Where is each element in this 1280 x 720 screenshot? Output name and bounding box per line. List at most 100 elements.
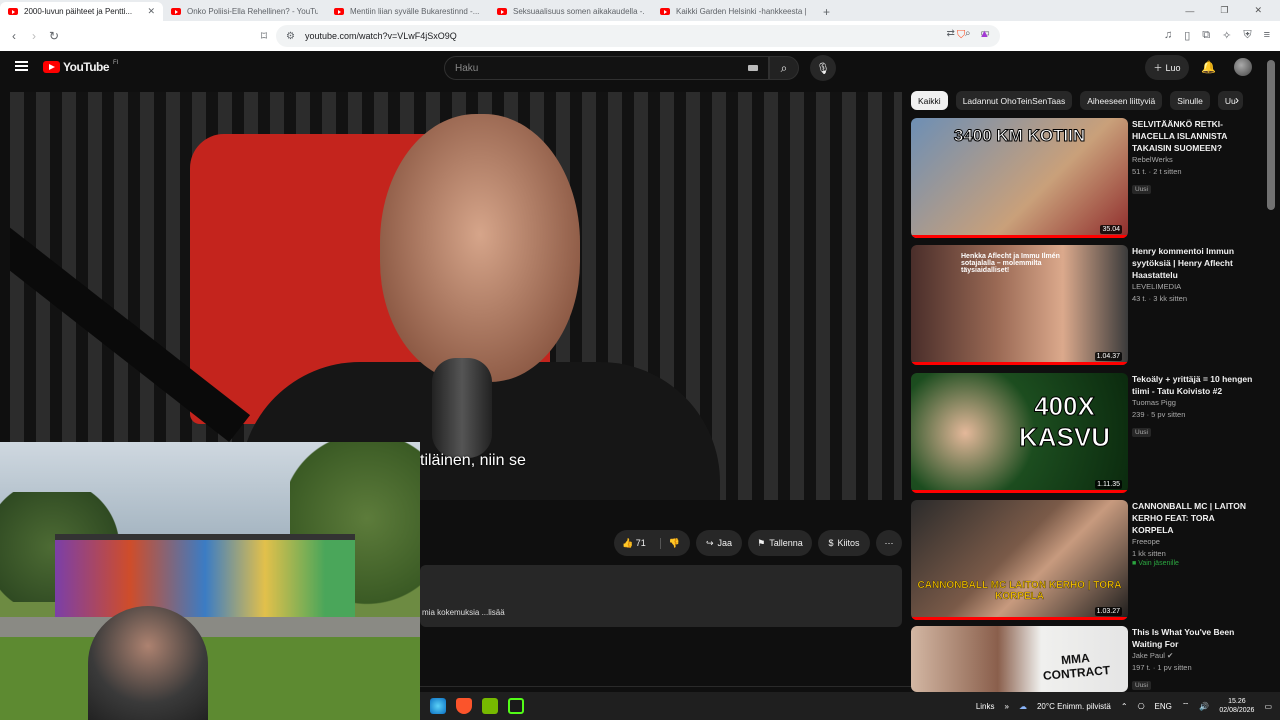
- browser-tab[interactable]: Kaikki Garden Helsinki -hankkeesta |...: [652, 2, 815, 21]
- scrollbar-thumb[interactable]: [1267, 60, 1275, 210]
- channel-name[interactable]: Tuomas Pigg: [1132, 397, 1256, 409]
- video-thumbnail[interactable]: Henkka Aflecht ja Immu Ilmén sotajalalla…: [911, 245, 1128, 365]
- recommendation-item[interactable]: Henkka Aflecht ja Immu Ilmén sotajalalla…: [911, 245, 1256, 365]
- extensions-icon[interactable]: ⧉: [1202, 29, 1210, 42]
- reload-icon[interactable]: ↻: [44, 29, 64, 43]
- like-button[interactable]: 👍 71: [622, 538, 646, 549]
- network-icon[interactable]: ⎔: [1138, 702, 1145, 711]
- chip-uploader[interactable]: Ladannut OhoTeinSenTaas: [955, 91, 1073, 110]
- video-subtitle: tiläinen, niin se: [420, 452, 526, 469]
- back-icon[interactable]: ‹: [4, 29, 24, 43]
- clock[interactable]: 15.26 02/08/2026: [1219, 697, 1254, 715]
- thumbs-down-icon: 👎: [668, 537, 680, 548]
- hamburger-menu-icon[interactable]: [15, 61, 28, 71]
- chip-for-you[interactable]: Sinulle: [1170, 91, 1210, 110]
- video-title[interactable]: CANNONBALL MC | LAITON KERHO FEAT: TORA …: [1132, 500, 1256, 536]
- sidebar-icon[interactable]: ▯: [1184, 29, 1190, 42]
- wifi-icon[interactable]: ⌔: [1182, 701, 1190, 711]
- maximize-icon[interactable]: ❐: [1220, 5, 1228, 16]
- notifications-icon[interactable]: ▭: [1264, 702, 1272, 711]
- youtube-play-icon: [43, 61, 60, 73]
- nvidia-icon[interactable]: [482, 698, 498, 714]
- browser-tab[interactable]: Mentiin liian syvälle Bukarestinnd -...: [326, 2, 489, 21]
- address-bar[interactable]: ⚙ youtube.com/watch?v=VLwF4jSxO9Q ⇄ ⌕ ▭: [276, 25, 1000, 47]
- brave-rewards-icon[interactable]: ▲: [979, 28, 990, 40]
- keyboard-icon[interactable]: [748, 65, 758, 71]
- translate-icon[interactable]: ⇄: [947, 28, 955, 39]
- video-thumbnail[interactable]: MMA CONTRACT: [911, 626, 1128, 692]
- window-controls: — ❐ ✕: [1185, 0, 1280, 21]
- search-icon: ⌕: [780, 60, 788, 75]
- browser-tab-strip: 2000-luvun päihteet ja Pentti... ✕ Onko P…: [0, 0, 1280, 21]
- members-only-badge: ■ Vain jäsenille: [1132, 560, 1256, 567]
- dislike-button[interactable]: 👎: [659, 537, 680, 549]
- zoom-icon[interactable]: ⌕: [965, 28, 971, 39]
- video-thumbnail[interactable]: 400X KASVU 1.11.35: [911, 373, 1128, 493]
- video-title[interactable]: Henry kommentoi Immun syytöksiä | Henry …: [1132, 245, 1256, 281]
- clock-time: 15.26: [1228, 698, 1246, 705]
- create-label: Luo: [1165, 62, 1181, 73]
- edge-icon[interactable]: [430, 698, 446, 714]
- bookmark-icon[interactable]: ⌑: [254, 29, 274, 43]
- chip-related[interactable]: Aiheeseen liittyviä: [1080, 91, 1163, 110]
- close-window-icon[interactable]: ✕: [1254, 5, 1262, 16]
- video-meta: 51 t. · 2 t sitten: [1132, 167, 1182, 176]
- video-thumbnail[interactable]: 3400 KM KOTIIN 35.04: [911, 118, 1128, 238]
- recommendation-item[interactable]: 3400 KM KOTIIN 35.04 SELVITÄÄNKÖ RETKI-H…: [911, 118, 1256, 238]
- video-title[interactable]: This Is What You've Been Waiting For: [1132, 626, 1256, 650]
- youtube-header: YouTube FI Haku ⌕ 🎙 ＋ Luo 🔔: [0, 51, 1280, 84]
- weather-text[interactable]: 20°C Enimm. pilvistä: [1037, 702, 1111, 711]
- tray-chevron-icon[interactable]: ⌃: [1121, 702, 1128, 711]
- channel-name[interactable]: Jake Paul ✔: [1132, 650, 1256, 662]
- links-toolbar[interactable]: Links: [976, 702, 995, 711]
- site-info-icon[interactable]: ⚙: [286, 31, 295, 42]
- more-icon: ⋯: [884, 537, 894, 548]
- channel-name[interactable]: LEVELIMEDIA: [1132, 281, 1256, 293]
- leo-icon[interactable]: ✧: [1222, 29, 1231, 42]
- logo-text: YouTube: [63, 60, 110, 74]
- notifications-bell-icon[interactable]: 🔔: [1201, 60, 1216, 74]
- video-microphone: [432, 358, 492, 458]
- youtube-logo[interactable]: YouTube FI: [43, 60, 118, 74]
- language-indicator[interactable]: ENG: [1155, 702, 1172, 711]
- forward-icon[interactable]: ›: [24, 29, 44, 43]
- recommendation-item[interactable]: MMA CONTRACT This Is What You've Been Wa…: [911, 626, 1256, 692]
- new-tab-button[interactable]: +: [815, 2, 838, 21]
- browser-tab[interactable]: Seksuaalisuus somen aikakaudella -...: [489, 2, 652, 21]
- menu-icon[interactable]: ≡: [1264, 29, 1270, 42]
- volume-icon[interactable]: 🔊: [1199, 702, 1209, 711]
- more-actions-button[interactable]: ⋯: [876, 530, 902, 556]
- kick-icon[interactable]: [508, 698, 524, 714]
- avatar[interactable]: [1234, 58, 1252, 76]
- chevron-right-icon[interactable]: ›: [1235, 93, 1239, 107]
- create-button[interactable]: ＋ Luo: [1145, 55, 1189, 80]
- verified-icon: ✔: [1167, 651, 1174, 660]
- video-title[interactable]: Tekoäly + yrittäjä = 10 hengen tiimi - T…: [1132, 373, 1256, 397]
- media-icon[interactable]: ♫: [1164, 29, 1172, 42]
- minimize-icon[interactable]: —: [1185, 6, 1194, 16]
- brave-icon[interactable]: [456, 698, 472, 714]
- video-player[interactable]: tiläinen, niin se: [10, 92, 902, 500]
- video-title[interactable]: SELVITÄÄNKÖ RETKI-HIACELLA ISLANNISTA TA…: [1132, 118, 1256, 154]
- browser-tab[interactable]: Onko Poliisi-Ella Rehellinen? - YouTu...: [163, 2, 326, 21]
- vpn-icon[interactable]: ⛨: [1243, 29, 1251, 42]
- thanks-button[interactable]: $ Kiitos: [818, 530, 870, 556]
- close-tab-icon[interactable]: ✕: [147, 6, 155, 17]
- browser-tab[interactable]: 2000-luvun päihteet ja Pentti... ✕: [0, 2, 163, 21]
- brave-shield-icon[interactable]: ⛉: [957, 29, 965, 42]
- youtube-favicon-icon: [8, 8, 18, 15]
- voice-search-button[interactable]: 🎙: [810, 55, 836, 81]
- save-button[interactable]: ⚑ Tallenna: [748, 530, 812, 556]
- chip-all[interactable]: Kaikki: [911, 91, 948, 110]
- search-button[interactable]: ⌕: [769, 56, 799, 80]
- description-box[interactable]: mia kokemuksia ...lisää: [420, 565, 902, 627]
- video-thumbnail[interactable]: CANNONBALL MC LAITON KERHO | TORA KORPEL…: [911, 500, 1128, 620]
- search-input[interactable]: Haku: [444, 56, 769, 80]
- channel-name[interactable]: RebelWerks: [1132, 154, 1256, 166]
- thanks-icon: $: [828, 538, 834, 548]
- recommendation-item[interactable]: 400X KASVU 1.11.35 Tekoäly + yrittäjä = …: [911, 373, 1256, 493]
- channel-name[interactable]: Freeope: [1132, 536, 1256, 548]
- recommendation-item[interactable]: CANNONBALL MC LAITON KERHO | TORA KORPEL…: [911, 500, 1256, 620]
- share-button[interactable]: ↪ Jaa: [696, 530, 742, 556]
- youtube-favicon-icon: [660, 8, 670, 15]
